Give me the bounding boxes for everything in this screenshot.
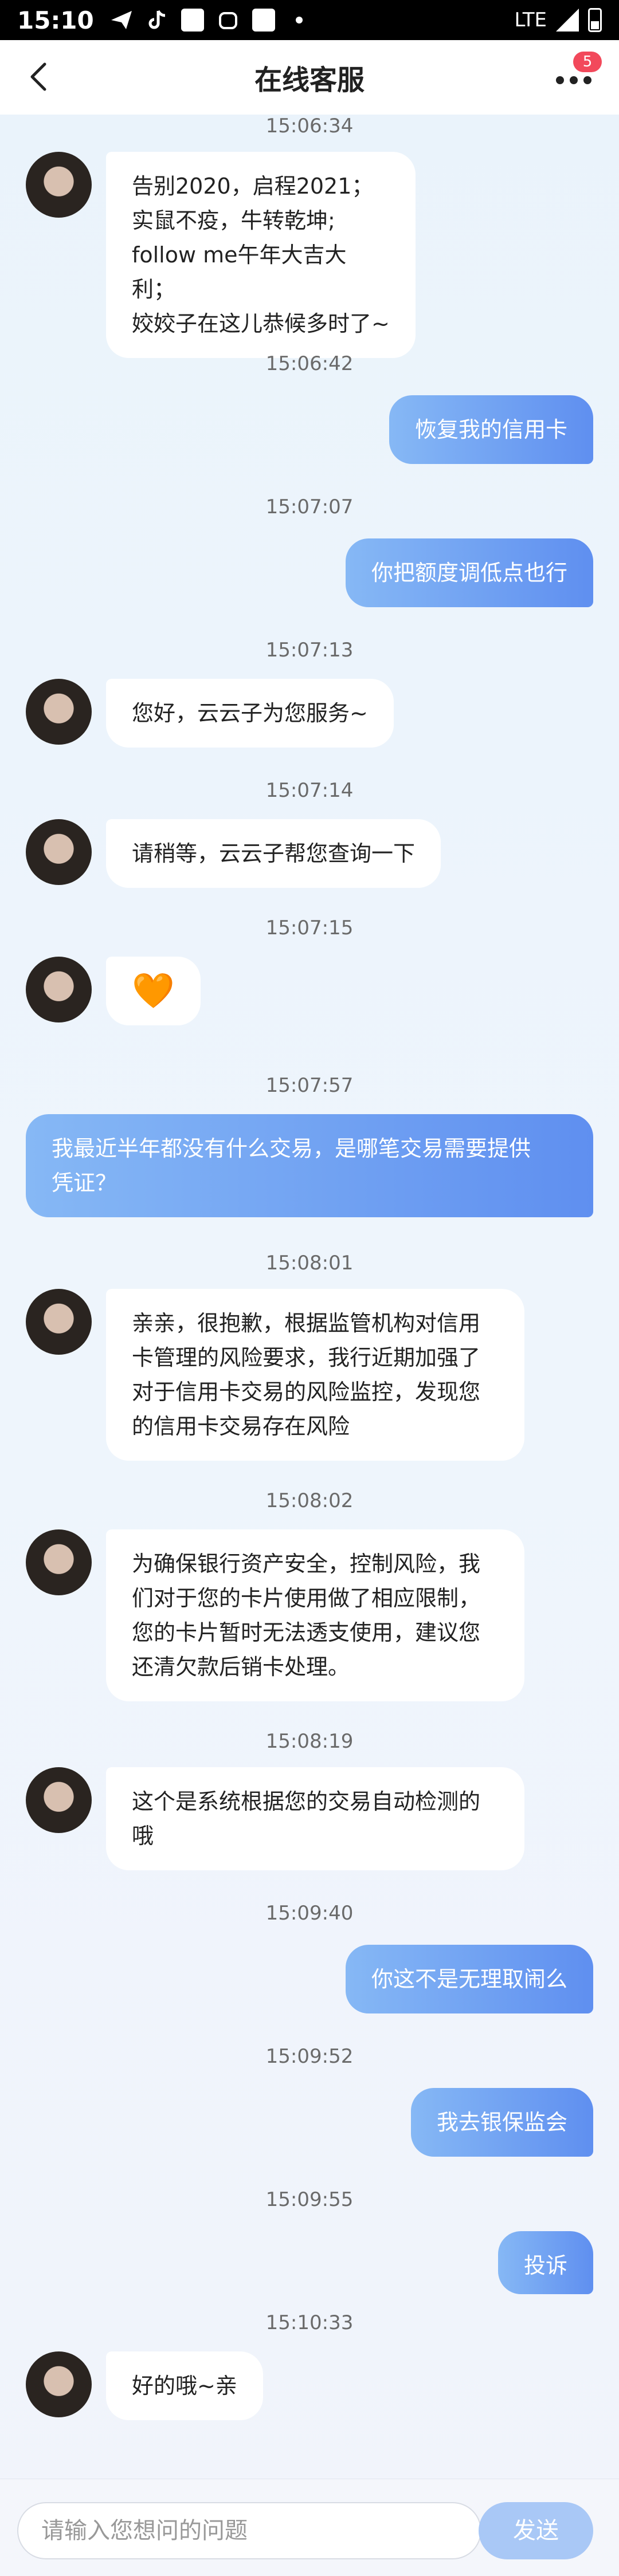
signal-icon xyxy=(556,9,579,32)
message-bubble-agent: 好的哦~亲 xyxy=(106,2351,263,2420)
message-timestamp: 15:07:15 xyxy=(265,917,354,939)
input-bar: 请输入您想问的问题 发送 xyxy=(0,2479,619,2576)
back-icon[interactable] xyxy=(23,60,57,94)
status-bar: 15:10 LTE xyxy=(0,0,619,40)
message-timestamp: 15:07:14 xyxy=(265,779,354,802)
message-timestamp: 15:07:07 xyxy=(265,495,354,518)
message-bubble-agent: 🧡 xyxy=(106,957,201,1025)
message-timestamp: 15:09:52 xyxy=(265,2045,354,2068)
notification-dot-icon xyxy=(288,9,311,32)
message-timestamp: 15:08:01 xyxy=(265,1252,354,1275)
tiktok-icon xyxy=(146,9,169,32)
battery-icon xyxy=(588,8,602,32)
header: 在线客服 5 xyxy=(0,40,619,115)
message-timestamp: 15:10:33 xyxy=(265,2311,354,2334)
message-bubble-agent: 请稍等，云云子帮您查询一下 xyxy=(106,819,441,888)
status-right: LTE xyxy=(514,8,602,32)
agent-avatar xyxy=(26,679,92,745)
send-icon xyxy=(110,9,133,32)
message-timestamp: 15:07:13 xyxy=(265,639,354,662)
message-timestamp: 15:09:55 xyxy=(265,2188,354,2211)
message-bubble-user: 我最近半年都没有什么交易，是哪笔交易需要提供 凭证？ xyxy=(26,1114,593,1217)
message-bubble-user: 你把额度调低点也行 xyxy=(345,538,593,607)
network-label: LTE xyxy=(514,9,547,32)
status-time: 15:10 xyxy=(17,6,94,34)
message-bubble-agent: 亲亲，很抱歉，根据监管机构对信用 卡管理的风险要求，我行近期加强了 对于信用卡交易的… xyxy=(106,1289,524,1461)
agent-avatar xyxy=(26,2351,92,2417)
message-input[interactable]: 请输入您想问的问题 xyxy=(17,2502,481,2559)
agent-avatar xyxy=(26,1529,92,1595)
message-timestamp: 15:08:19 xyxy=(265,1730,354,1753)
agent-avatar xyxy=(26,1289,92,1355)
message-timestamp: 15:06:42 xyxy=(265,352,354,375)
message-timestamp: 15:09:40 xyxy=(265,1902,354,1925)
message-timestamp: 15:08:02 xyxy=(265,1489,354,1512)
page-title: 在线客服 xyxy=(254,64,365,96)
heart-icon: 🧡 xyxy=(132,971,175,1011)
message-bubble-agent: 为确保银行资产安全，控制风险，我 们对于您的卡片使用做了相应限制， 您的卡片暂时无法… xyxy=(106,1529,524,1701)
message-timestamp: 15:06:34 xyxy=(265,115,354,137)
rock-icon xyxy=(217,9,240,32)
message-bubble-agent: 您好，云云子为您服务~ xyxy=(106,679,394,748)
agent-avatar xyxy=(26,1767,92,1833)
message-bubble-agent: 告别2020，启程2021； 实鼠不疫，牛转乾坤; follow me午年大吉大利；… xyxy=(106,152,416,358)
message-bubble-user: 我去银保监会 xyxy=(410,2088,593,2157)
chat-area[interactable]: 15:06:34 告别2020，启程2021； 实鼠不疫，牛转乾坤; follow … xyxy=(0,115,619,2479)
unread-badge: 5 xyxy=(573,52,602,72)
agent-avatar xyxy=(26,152,92,218)
message-bubble-user: 投诉 xyxy=(497,2231,593,2294)
message-bubble-agent: 这个是系统根据您的交易自动检测的哦 xyxy=(106,1767,524,1870)
agent-avatar xyxy=(26,957,92,1022)
message-bubble-user: 恢复我的信用卡 xyxy=(389,395,593,464)
more-menu-icon[interactable] xyxy=(556,69,596,92)
app-icon-2 xyxy=(252,9,275,32)
send-button[interactable]: 发送 xyxy=(479,2502,593,2559)
agent-avatar xyxy=(26,819,92,885)
app-icon xyxy=(181,9,204,32)
message-bubble-user: 你这不是无理取闹么 xyxy=(345,1945,593,2013)
message-timestamp: 15:07:57 xyxy=(265,1074,354,1097)
